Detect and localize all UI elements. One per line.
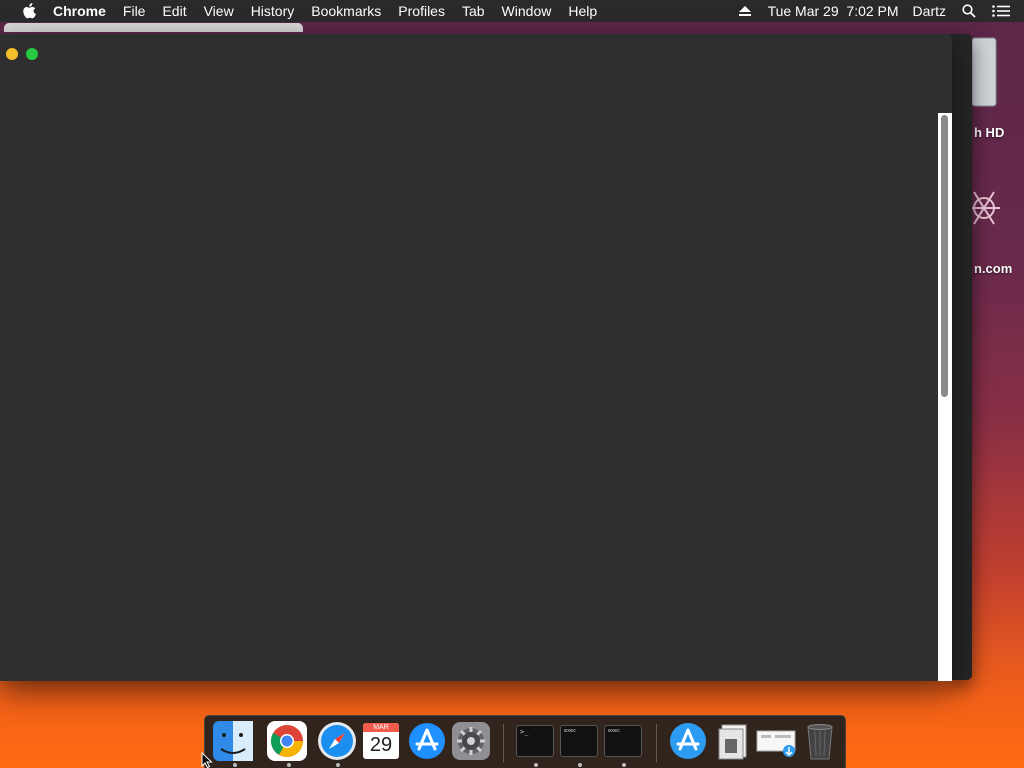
hard-drive-icon[interactable]: [970, 36, 1000, 108]
menubar-clock[interactable]: Tue Mar 29 7:02 PM: [768, 3, 899, 19]
menu-history[interactable]: History: [251, 3, 295, 19]
spotlight-search-icon[interactable]: [960, 2, 978, 20]
dock: MAR 29 >_ exec exec: [204, 715, 846, 768]
safari-icon[interactable]: [317, 721, 357, 761]
calendar-month: MAR: [363, 723, 399, 732]
apple-menu-icon[interactable]: [19, 1, 39, 21]
safari-running-dot: [336, 763, 340, 767]
finder-running-dot: [233, 763, 237, 767]
app-store-icon[interactable]: [407, 721, 447, 761]
zoom-button[interactable]: [26, 48, 38, 60]
desktop-label-hd[interactable]: h HD: [974, 125, 1004, 140]
eject-icon[interactable]: [736, 2, 754, 20]
menu-help[interactable]: Help: [568, 3, 597, 19]
trash-icon[interactable]: [802, 721, 842, 761]
menu-app-name[interactable]: Chrome: [53, 3, 106, 19]
minimize-button[interactable]: [6, 48, 18, 60]
finder-icon[interactable]: [211, 721, 253, 761]
chrome-window[interactable]: [0, 34, 952, 681]
calendar-icon[interactable]: MAR 29: [363, 721, 403, 761]
chrome-icon[interactable]: [267, 721, 307, 761]
notification-center-icon[interactable]: [992, 2, 1010, 20]
exec-label: exec: [564, 728, 577, 734]
menu-file[interactable]: File: [123, 3, 146, 19]
scrollbar-thumb[interactable]: [941, 115, 948, 397]
downloads-stack-icon[interactable]: [755, 721, 796, 761]
menu-edit[interactable]: Edit: [162, 3, 186, 19]
calendar-day: 29: [369, 734, 393, 756]
documents-stack-icon[interactable]: [713, 721, 753, 761]
menu-tab[interactable]: Tab: [462, 3, 485, 19]
vertical-scrollbar[interactable]: [938, 113, 952, 681]
menu-bar: Chrome File Edit View History Bookmarks …: [0, 0, 1024, 22]
chrome-running-dot: [287, 763, 291, 767]
system-preferences-icon[interactable]: [451, 721, 491, 761]
exec-label-2: exec: [608, 728, 621, 734]
terminal-icon[interactable]: >_: [516, 721, 556, 761]
tab-strip[interactable]: [4, 23, 303, 32]
dock-separator-2: [656, 724, 657, 762]
exec-terminal-icon-2[interactable]: exec: [604, 721, 644, 761]
menu-window[interactable]: Window: [502, 3, 552, 19]
exec-terminal-2-running-dot: [622, 763, 626, 767]
menu-profiles[interactable]: Profiles: [398, 3, 445, 19]
package-icon[interactable]: [970, 172, 1004, 248]
menubar-user[interactable]: Dartz: [913, 3, 946, 19]
background-window[interactable]: [949, 34, 972, 680]
mouse-cursor-icon: [201, 751, 213, 768]
menu-view[interactable]: View: [204, 3, 234, 19]
desktop-label-com[interactable]: n.com: [974, 261, 1012, 276]
exec-terminal-icon[interactable]: exec: [560, 721, 600, 761]
terminal-prompt: >_: [520, 728, 529, 736]
terminal-running-dot: [534, 763, 538, 767]
exec-terminal-running-dot: [578, 763, 582, 767]
menu-bookmarks[interactable]: Bookmarks: [311, 3, 381, 19]
applications-folder-icon[interactable]: [668, 721, 708, 761]
dock-separator: [503, 724, 504, 762]
